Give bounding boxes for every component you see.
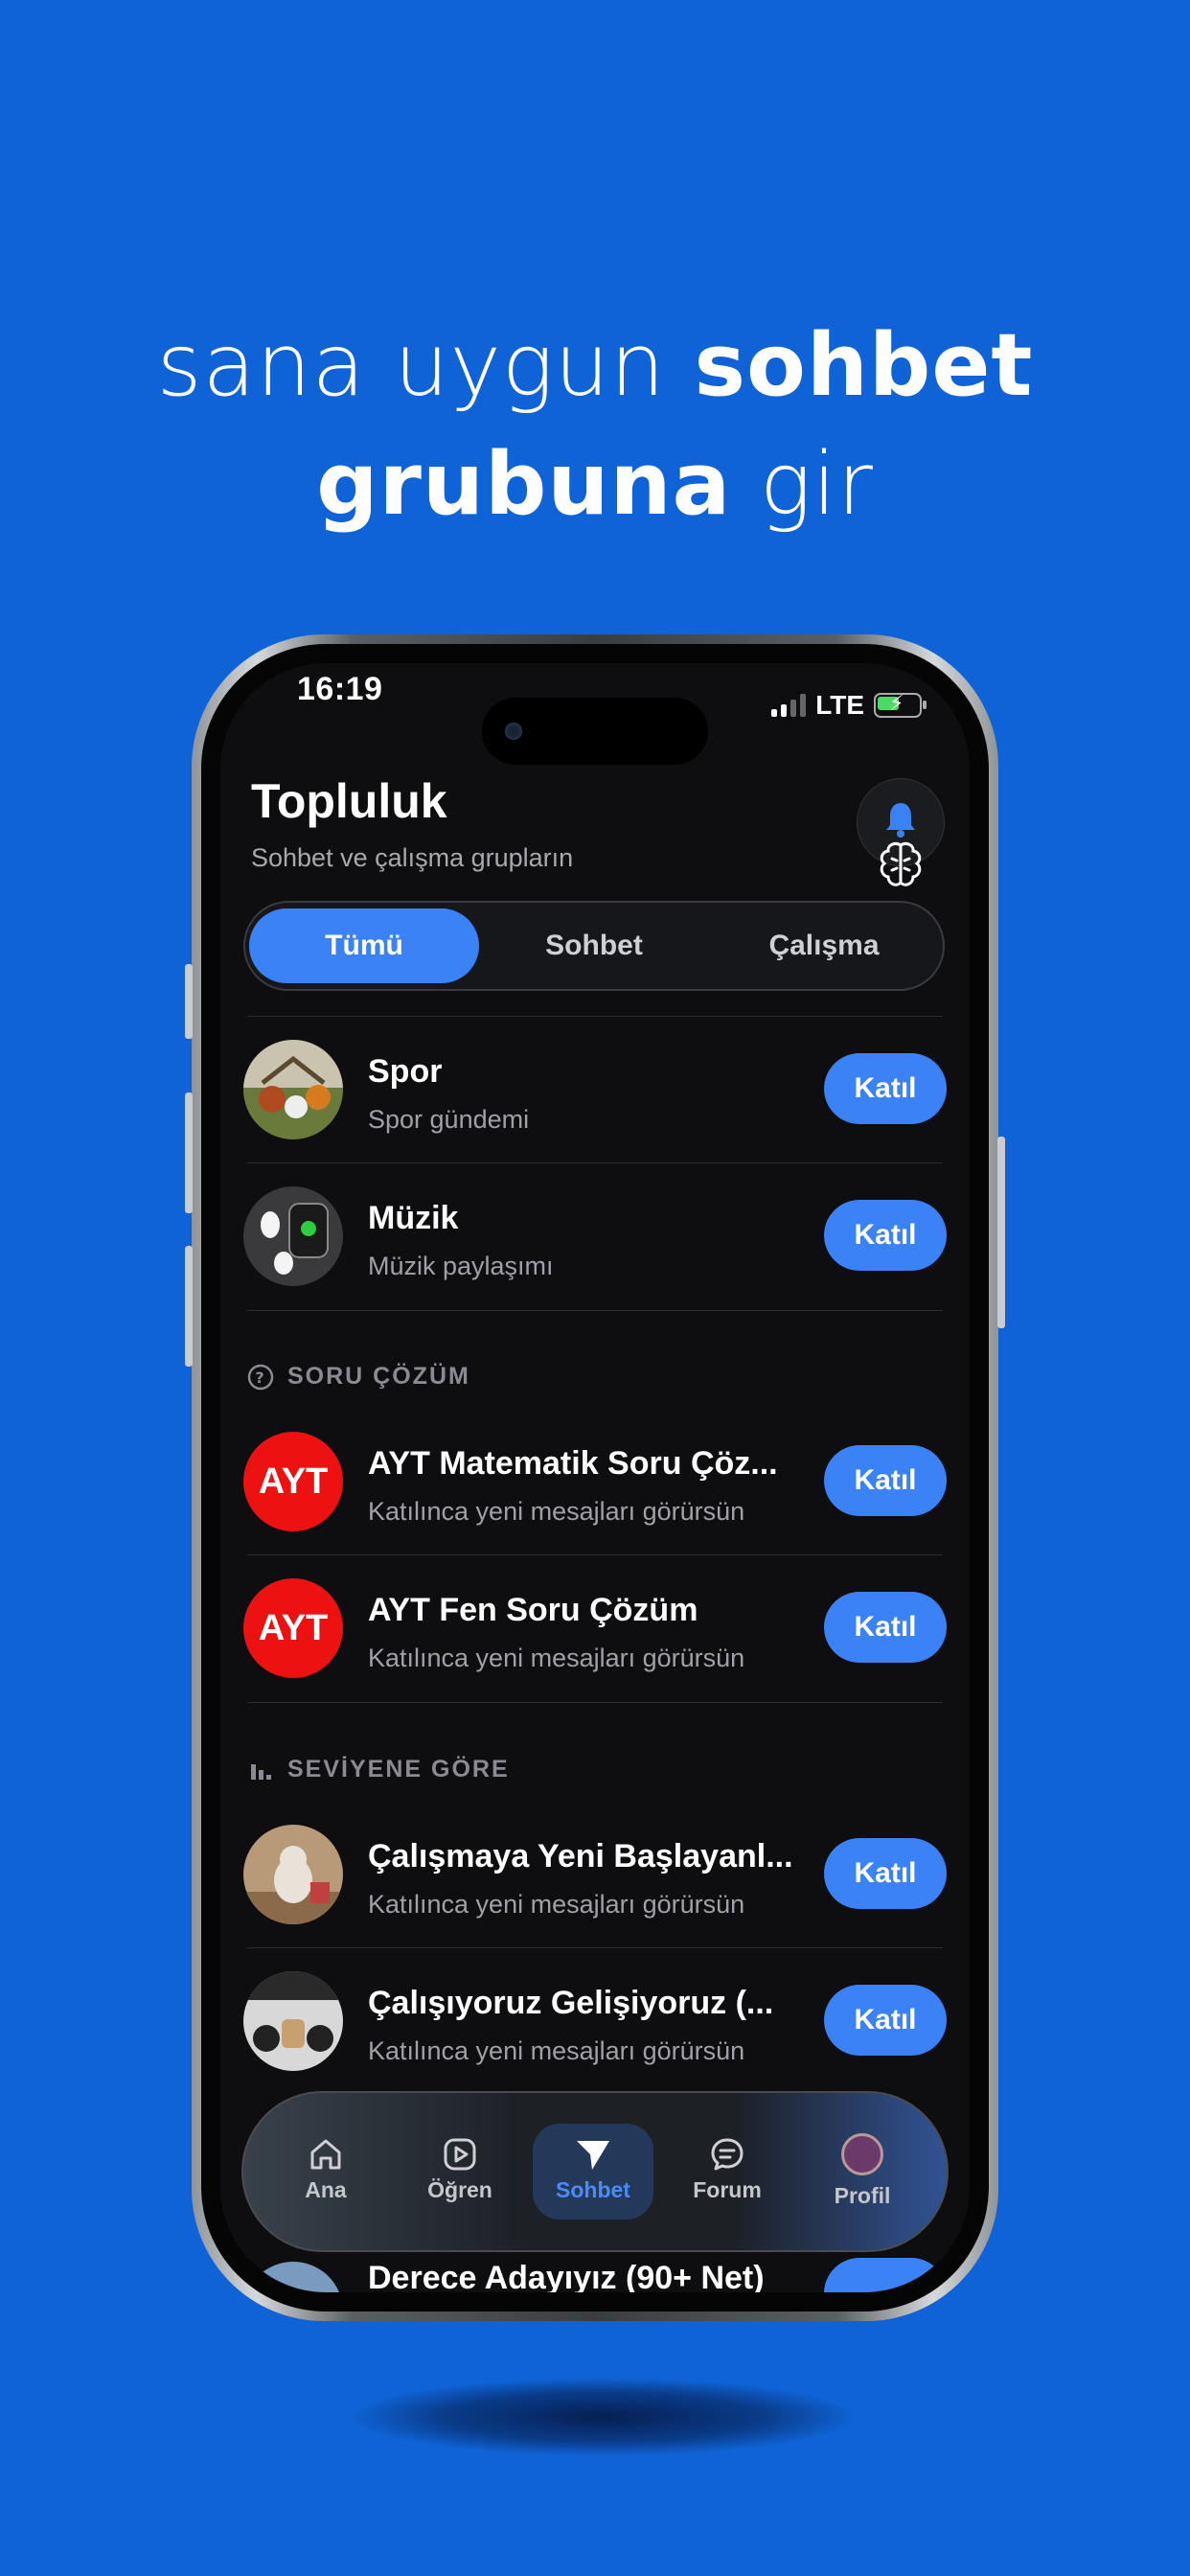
filter-tabs: Tümü Sohbet Çalışma (243, 901, 945, 991)
section-label: SEVİYENE GÖRE (287, 1756, 510, 1782)
battery-icon: ⚡ (874, 691, 927, 718)
join-button[interactable]: Katıl (824, 1200, 947, 1271)
tabbar-label: Sohbet (556, 2177, 630, 2202)
group-title: Derece Adayıyız (90+ Net) (368, 2260, 765, 2292)
group-subtitle: Müzik paylaşımı (368, 1252, 554, 1280)
group-subtitle: Katılınca yeni mesajları görürsün (368, 1890, 745, 1919)
section-header-soru: ? SORU ÇÖZÜM (247, 1363, 470, 1391)
volume-down-button (185, 1246, 193, 1367)
group-avatar-ayt: AYT (243, 1432, 343, 1531)
group-subtitle: Katılınca yeni mesajları görürsün (368, 2036, 745, 2065)
join-button[interactable]: Katıl (824, 1445, 947, 1516)
headline-line-2: grubuna gir (0, 426, 1190, 544)
join-button[interactable]: Katıl (824, 1053, 947, 1124)
group-row-gelisiyoruz[interactable]: Çalışıyoruz Gelişiyoruz (... Katılınca y… (220, 1948, 970, 2094)
phone-shadow (355, 2379, 853, 2455)
group-title: Çalışmaya Yeni Başlayanl... (368, 1838, 793, 1874)
group-title: Müzik (368, 1200, 459, 1236)
group-avatar-ayt: AYT (243, 1578, 343, 1678)
status-time: 16:19 (297, 671, 383, 707)
play-icon (444, 2138, 476, 2171)
tab-study[interactable]: Çalışma (709, 908, 939, 983)
phone-screen: 16:19 LTE ⚡ Topluluk Sohbet ve çalışma g… (220, 663, 970, 2292)
join-button[interactable] (824, 2258, 947, 2292)
group-row-peek[interactable]: Derece Adayıyız (90+ Net) (220, 2258, 970, 2292)
volume-up-button (185, 1092, 193, 1213)
group-title: AYT Fen Soru Çözüm (368, 1592, 698, 1628)
avatar (841, 2133, 883, 2175)
group-title: Çalışıyoruz Gelişiyoruz (... (368, 1985, 774, 2021)
tabbar-label: Profil (834, 2183, 891, 2208)
tabbar-label: Ana (305, 2177, 347, 2202)
bell-icon (886, 803, 915, 838)
brain-icon[interactable] (874, 838, 927, 891)
power-button (997, 1137, 1005, 1328)
home-icon (310, 2139, 341, 2170)
tab-all[interactable]: Tümü (249, 908, 479, 983)
camera-icon (505, 723, 522, 740)
network-label: LTE (815, 690, 864, 720)
dynamic-island (482, 698, 708, 765)
group-avatar-spor (243, 1040, 343, 1139)
signal-icon (771, 694, 807, 717)
headline-light-1: sana uygun (156, 315, 695, 416)
question-icon: ? (247, 1364, 274, 1390)
divider (247, 1310, 943, 1311)
group-row-spor[interactable]: Spor Spor gündemi Katıl (220, 1017, 970, 1162)
section-label: SORU ÇÖZÜM (287, 1363, 470, 1390)
join-button[interactable]: Katıl (824, 1592, 947, 1663)
group-row-ayt-mat[interactable]: AYT AYT Matematik Soru Çöz... Katılınca … (220, 1409, 970, 1554)
group-subtitle: Spor gündemi (368, 1105, 530, 1134)
group-avatar-peek (243, 2262, 343, 2292)
group-row-muzik[interactable]: Müzik Müzik paylaşımı Katıl (220, 1163, 970, 1309)
status-indicators: LTE ⚡ (771, 690, 927, 721)
group-subtitle: Katılınca yeni mesajları görürsün (368, 1644, 745, 1672)
headline-line-1: sana uygun sohbet (0, 307, 1190, 426)
group-title: Spor (368, 1053, 443, 1090)
bottom-tab-bar: Ana Öğren Sohbet Forum Profil (241, 2091, 949, 2252)
tabbar-item-profil[interactable]: Profil (805, 2131, 920, 2209)
tabbar-item-ogren[interactable]: Öğren (402, 2131, 517, 2203)
tabbar-label: Öğren (427, 2177, 492, 2202)
action-button (185, 964, 193, 1039)
tabbar-item-ana[interactable]: Ana (268, 2131, 383, 2203)
group-row-yeni-baslayan[interactable]: Çalışmaya Yeni Başlayanl... Katılınca ye… (220, 1802, 970, 1947)
group-subtitle: Katılınca yeni mesajları görürsün (368, 1497, 745, 1526)
tabbar-item-forum[interactable]: Forum (670, 2131, 785, 2203)
divider (247, 1702, 943, 1703)
tabbar-label: Forum (693, 2177, 762, 2202)
group-avatar-yeni (243, 1825, 343, 1924)
group-avatar-gelisiyoruz (243, 1971, 343, 2071)
chat-icon (711, 2138, 744, 2171)
page-subtitle: Sohbet ve çalışma grupların (251, 843, 574, 872)
tab-chat[interactable]: Sohbet (479, 908, 709, 983)
send-icon (577, 2141, 609, 2170)
bar-chart-icon (251, 1763, 271, 1780)
join-button[interactable]: Katıl (824, 1838, 947, 1909)
marketing-headline: sana uygun sohbet grubuna gir (0, 307, 1190, 544)
headline-bold-2: grubuna (316, 434, 732, 535)
headline-light-2: gir (731, 434, 874, 535)
group-title: AYT Matematik Soru Çöz... (368, 1445, 778, 1482)
headline-bold-1: sohbet (694, 315, 1034, 416)
join-button[interactable]: Katıl (824, 1985, 947, 2056)
tabbar-item-sohbet[interactable]: Sohbet (536, 2131, 651, 2203)
section-header-seviye: SEVİYENE GÖRE (247, 1756, 510, 1783)
group-row-ayt-fen[interactable]: AYT AYT Fen Soru Çözüm Katılınca yeni me… (220, 1555, 970, 1701)
group-avatar-muzik (243, 1186, 343, 1286)
page-title: Topluluk (251, 774, 447, 828)
svg-text:?: ? (255, 1368, 265, 1387)
